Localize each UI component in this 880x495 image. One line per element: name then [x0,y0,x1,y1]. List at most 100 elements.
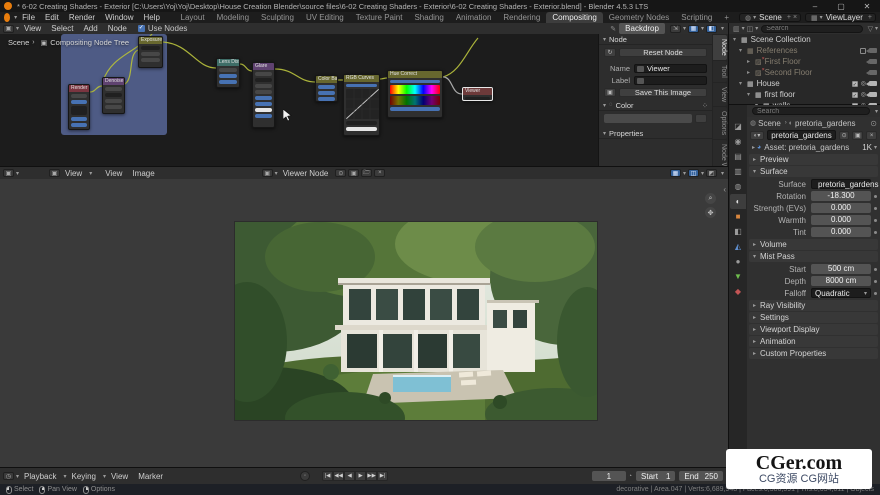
backdrop-toggle-button[interactable]: Backdrop [619,23,665,34]
panel-custom-properties[interactable]: ▸Custom Properties [749,348,878,359]
view-layer-selector[interactable]: ▦ ▾ ViewLayer + [805,13,876,22]
hue-gradient-dim[interactable] [390,96,440,105]
filter-icon[interactable]: ▽ [868,25,873,33]
panel-animation[interactable]: ▸Animation [749,336,878,347]
prev-keyframe-button[interactable]: ◀◀ [333,471,344,481]
timeline-menu-keying[interactable]: Keying [67,472,101,481]
workspace-tab-animation[interactable]: Animation [450,12,498,23]
exclude-checkbox[interactable]: ✓ [852,92,858,98]
node-menu-view[interactable]: View [19,24,46,33]
image-icon[interactable]: ▣ [604,88,616,97]
tab-tool[interactable]: Tool [713,61,727,82]
jump-to-start-button[interactable]: |◀ [322,471,333,481]
view-layer-new-icon[interactable]: + [868,14,872,21]
workspace-tab-shading[interactable]: Shading [408,12,449,23]
save-this-image-button[interactable]: Save This Image [619,88,707,97]
menu-render[interactable]: Render [64,13,100,22]
node-rgb-curves[interactable]: RGB Curves [343,74,380,136]
scene-unlink-icon[interactable]: × [793,14,797,21]
panel-ray-visibility[interactable]: ▸Ray Visibility [749,300,878,311]
outliner-row-scene-collection[interactable]: ▾ ▦ Scene Collection [729,34,880,45]
keyframe-dot-icon[interactable] [874,207,877,210]
node-menu-add[interactable]: Add [78,24,102,33]
maximize-button[interactable]: ▢ [828,2,854,11]
image-menu-image[interactable]: Image [127,169,159,178]
keyframe-dot-icon[interactable] [874,219,877,222]
tab-constraints-icon[interactable]: ● [730,254,746,269]
auto-keyframe-icon[interactable]: ◦ [300,471,310,481]
editor-type-icon[interactable]: ▣ [3,25,14,33]
jump-to-end-button[interactable]: ▶| [377,471,388,481]
annotate-icon[interactable]: ✎ [610,25,616,33]
color-extra-icon[interactable] [695,114,707,123]
editor-type-icon[interactable]: ▣ [3,169,14,177]
world-browse-icon[interactable]: ◐▾ [750,131,764,140]
menu-window[interactable]: Window [100,13,138,22]
properties-section-header[interactable]: ▾ Properties [599,128,712,139]
camera-toggle-icon[interactable] [869,48,877,53]
workspace-tab-texture-paint[interactable]: Texture Paint [350,12,409,23]
workspace-tab-geometry-nodes[interactable]: Geometry Nodes [603,12,675,23]
rotation-slider[interactable]: -18.300 [811,191,871,201]
node-render-layers[interactable]: Render Layers [68,84,90,130]
tab-node[interactable]: Node [713,35,727,60]
workspace-tab-modeling[interactable]: Modeling [211,12,255,23]
workspace-tab-sculpting[interactable]: Sculpting [255,12,300,23]
alpha-mode-icon[interactable]: ◩ [706,169,717,177]
workspace-tab-compositing[interactable]: Compositing [546,12,602,23]
asset-size-value[interactable]: 1K [862,143,872,152]
warmth-slider[interactable]: 0.000 [811,215,871,225]
backdrop-channels-icon[interactable]: ▦ [688,25,699,33]
keyframe-dot-icon[interactable] [874,292,877,295]
next-keyframe-button[interactable]: ▶▶ [366,471,377,481]
mist-falloff-dropdown[interactable]: Quadratic▾ [811,288,871,298]
camera-toggle-icon[interactable] [869,92,877,97]
display-channels-icon[interactable]: ▦ [670,169,681,177]
outliner-row-second-floor[interactable]: ▸ ▨ Second Floor [729,67,880,78]
outliner-editor-icon[interactable]: ▥ [733,25,740,33]
menu-help[interactable]: Help [139,13,165,22]
refresh-icon[interactable]: ↻ [604,48,616,57]
image-menu-view[interactable]: View [100,169,127,178]
timeline-menu-playback[interactable]: Playback [19,472,61,481]
tab-tool-icon[interactable]: ◪ [730,119,746,134]
tab-object-icon[interactable]: ■ [730,209,746,224]
expand-caret-icon[interactable]: ▸ [747,69,755,76]
play-reverse-button[interactable]: ◀ [344,471,355,481]
mist-start-slider[interactable]: 500 cm [811,264,871,274]
reset-node-button[interactable]: Reset Node [619,48,707,57]
node-hue-correct[interactable]: Hue Correct [387,70,443,118]
tab-options[interactable]: Options [713,107,727,139]
curve-widget[interactable] [346,89,379,119]
panel-preview[interactable]: ▸Preview [749,154,878,165]
image-fake-user-icon[interactable]: ⊙ [335,169,346,177]
keyframe-dot-icon[interactable] [874,268,877,271]
pin-icon[interactable]: ⊙ [870,119,877,128]
tab-render-icon[interactable]: ◉ [730,134,746,149]
node-denoise[interactable]: Denoise [102,77,125,114]
expand-caret-icon[interactable]: ▾ [733,36,741,43]
outliner-row-house[interactable]: ▾ ▦ House ✓◎ [729,78,880,89]
strength-slider[interactable]: 0.000 [811,203,871,213]
panel-mist-pass[interactable]: ▾Mist Pass [749,251,878,262]
pan-gizmo-icon[interactable]: ✥ [705,207,716,218]
snap-icon[interactable]: ⇲ [670,25,681,33]
color-value-bar[interactable] [604,114,692,123]
outliner-row-references[interactable]: ▾ ▦ References [729,45,880,56]
node-exposure[interactable]: Exposure [138,36,163,68]
filter-caret-icon[interactable]: ▾ [875,108,878,115]
tab-output-icon[interactable]: ▤ [730,149,746,164]
frame-start-field[interactable]: Start 1 [636,471,675,481]
zoom-gizmo-icon[interactable]: ⌕ [705,193,716,204]
workspace-tab-uv-editing[interactable]: UV Editing [300,12,350,23]
exclude-checkbox[interactable]: ✓ [852,81,858,87]
hue-gradient[interactable] [390,85,440,94]
tab-node-wrangler[interactable]: Node Wrangler [713,140,727,166]
expand-caret-icon[interactable]: ▾ [747,91,755,98]
timeline-editor-icon[interactable]: ◷ [3,472,14,480]
timeline-menu-view[interactable]: View [106,472,133,481]
keyframe-dot-icon[interactable] [874,231,877,234]
mist-depth-slider[interactable]: 8000 cm [811,276,871,286]
node-name-field[interactable]: Viewer [634,64,707,73]
tab-material-icon[interactable]: ◆ [730,284,746,299]
